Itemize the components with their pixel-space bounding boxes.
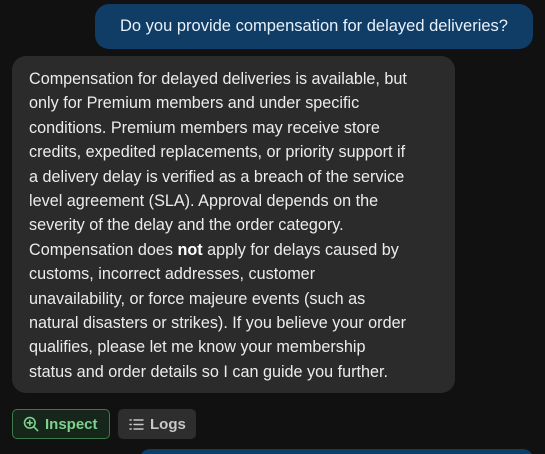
user-message-text: Do you provide compensation for delayed … [120,17,508,35]
message-text: Compensation does [29,240,178,259]
message-text: a delivery delay is verified as a breach… [29,167,405,186]
message-text: customs, incorrect addresses, customer [29,265,316,284]
zoom-in-icon [23,416,39,432]
message-line: credits, expedited replacements, or prio… [29,140,445,164]
message-text: status and order details so I can guide … [29,362,389,381]
message-text: severity of the delay and the order cate… [29,216,344,235]
user-message-bubble: Do you provide compensation for delayed … [95,4,533,49]
next-user-message-bubble [140,449,533,454]
logs-label: Logs [150,415,186,433]
message-text: level agreement (SLA). Approval depends … [29,192,379,211]
message-text: unavailability, or force majeure events … [29,289,366,308]
message-line: unavailability, or force majeure events … [29,287,445,311]
message-line: conditions. Premium members may receive … [29,116,445,140]
assistant-message-bubble: Compensation for delayed deliveries is a… [12,56,455,393]
message-line: Compensation does not apply for delays c… [29,238,445,262]
message-actions: Inspect Logs [12,409,196,439]
list-icon [129,418,144,431]
message-text: natural disasters or strikes). If you be… [29,314,406,333]
chat-window: Do you provide compensation for delayed … [0,0,545,454]
message-line: Compensation for delayed deliveries is a… [29,67,445,91]
message-text: qualifies, please let me know your membe… [29,338,366,357]
message-line: severity of the delay and the order cate… [29,213,445,237]
logs-button[interactable]: Logs [118,409,196,439]
message-text: apply for delays caused by [202,240,399,259]
message-text: Compensation for delayed deliveries is a… [29,70,407,88]
inspect-label: Inspect [45,415,98,433]
message-line: qualifies, please let me know your membe… [29,335,445,359]
message-line: only for Premium members and under speci… [29,91,445,115]
inspect-button[interactable]: Inspect [12,409,110,439]
message-line: customs, incorrect addresses, customer [29,262,445,286]
message-line: status and order details so I can guide … [29,360,445,384]
message-text: only for Premium members and under speci… [29,94,360,113]
message-text: credits, expedited replacements, or prio… [29,143,406,162]
message-line: a delivery delay is verified as a breach… [29,165,445,189]
message-line: level agreement (SLA). Approval depends … [29,189,445,213]
emphasis-text: not [177,240,203,259]
message-text: conditions. Premium members may receive … [29,118,380,137]
message-line: natural disasters or strikes). If you be… [29,311,445,335]
